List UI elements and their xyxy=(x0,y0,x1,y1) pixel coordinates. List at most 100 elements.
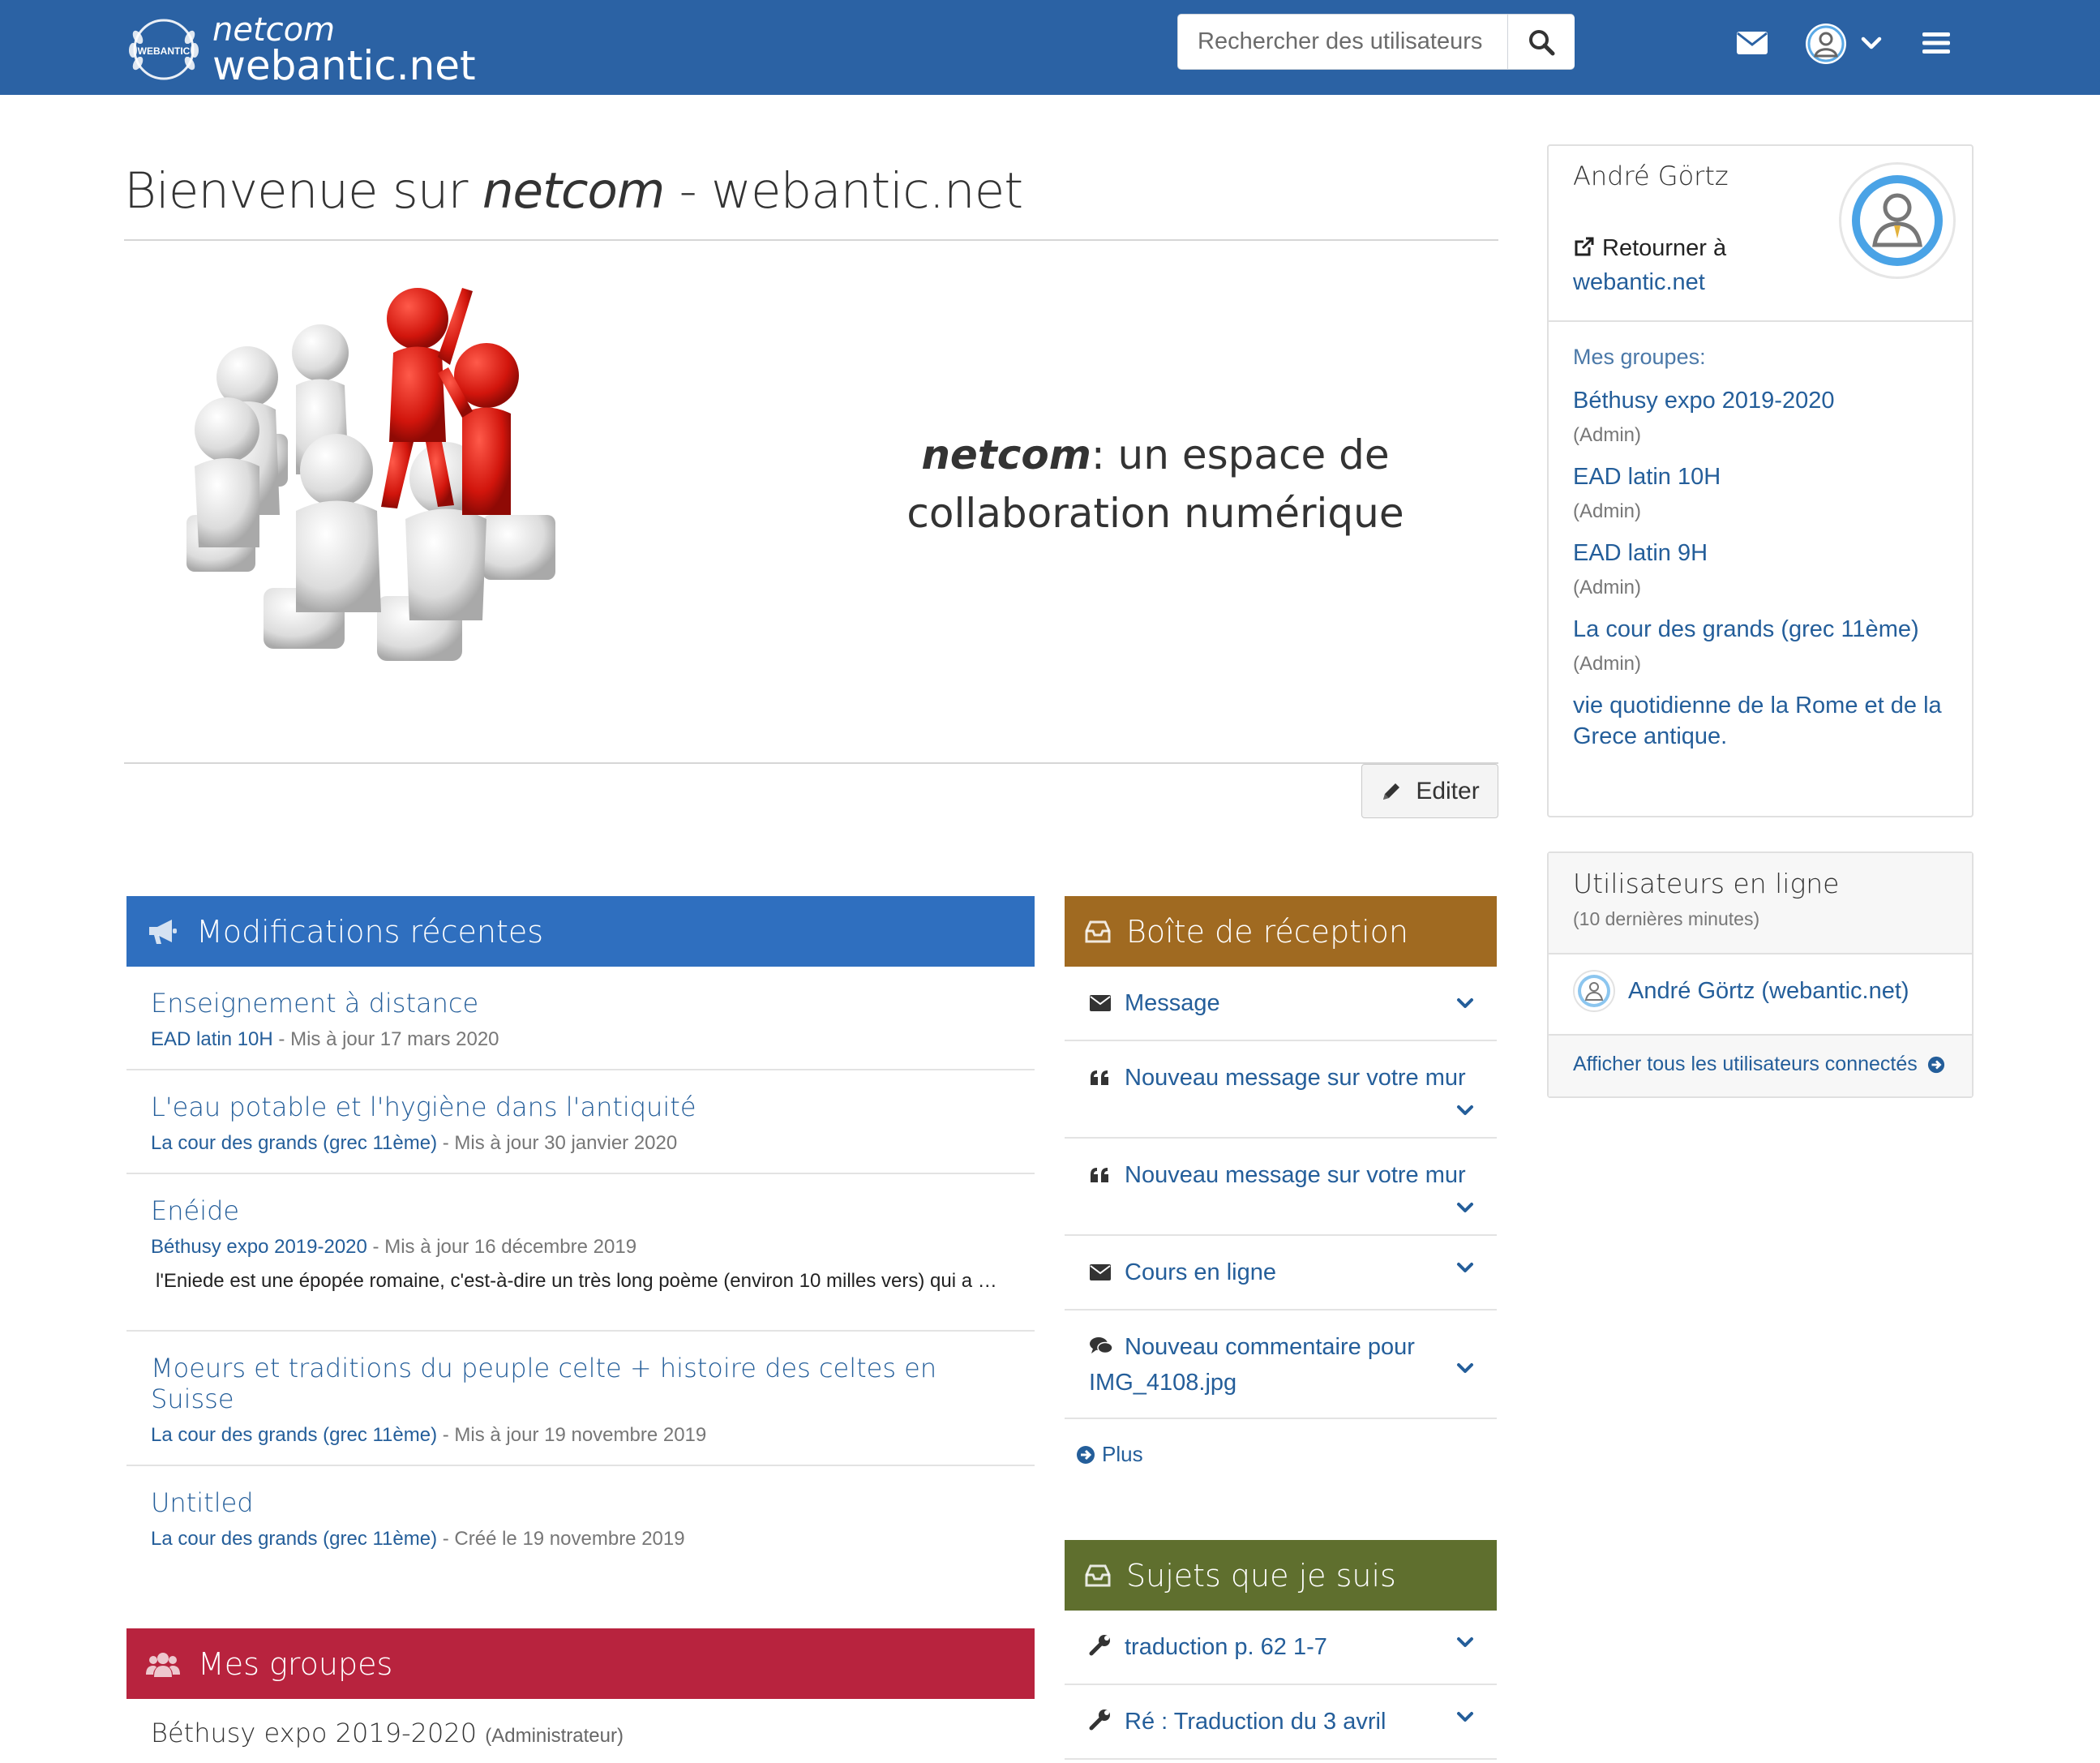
recent-changes-title: Modifications récentes xyxy=(196,913,544,950)
sidebar-group-item: La cour des grands (grec 11ème) (Admin) xyxy=(1573,614,1978,676)
envelope-icon xyxy=(1090,995,1111,1011)
show-all-online-link[interactable]: Afficher tous les utilisateurs connectés xyxy=(1573,1053,1945,1076)
inbox-more-link[interactable]: Plus xyxy=(1065,1419,1497,1467)
external-link-icon xyxy=(1575,237,1594,256)
topic-item[interactable]: traduction p. 62 1-7 xyxy=(1065,1611,1497,1685)
recent-item-title[interactable]: Enéide xyxy=(151,1195,1010,1226)
collaboration-illustration xyxy=(186,288,555,661)
sidebar-group-item: vie quotidienne de la Rome et de la Grec… xyxy=(1573,690,1978,752)
users-icon xyxy=(146,1652,180,1677)
svg-text:WEBANTIC: WEBANTIC xyxy=(138,45,191,57)
chevron-down-icon xyxy=(1457,1712,1473,1722)
list-item: Enéide Béthusy expo 2019-2020 - Mis à jo… xyxy=(126,1174,1035,1332)
inbox-list: Message Nouveau message sur votre mur No… xyxy=(1065,967,1497,1467)
quote-icon xyxy=(1091,1168,1108,1182)
chevron-down-icon xyxy=(1457,1105,1473,1115)
inbox-item-comment[interactable]: Nouveau commentaire pour IMG_4108.jpg xyxy=(1065,1310,1497,1419)
sidebar-group-role: (Admin) xyxy=(1573,653,1642,675)
recent-item-group[interactable]: Béthusy expo 2019-2020 xyxy=(151,1236,367,1258)
wrench-icon xyxy=(1089,1635,1110,1656)
recent-item-group[interactable]: La cour des grands (grec 11ème) xyxy=(151,1132,437,1154)
followed-topics-title: Sujets que je suis xyxy=(1126,1557,1396,1594)
sidebar-groups-list: Béthusy expo 2019-2020 (Admin) EAD latin… xyxy=(1573,385,1978,766)
recent-item-title[interactable]: Enseignement à distance xyxy=(151,988,1010,1019)
sidebar-group-item: EAD latin 9H (Admin) xyxy=(1573,538,1978,599)
followed-topics-list: traduction p. 62 1-7 Ré : Traduction du … xyxy=(1065,1611,1497,1760)
sidebar-group-item: EAD latin 10H (Admin) xyxy=(1573,461,1978,523)
recent-item-group[interactable]: La cour des grands (grec 11ème) xyxy=(151,1528,437,1550)
sidebar-group-link[interactable]: vie quotidienne de la Rome et de la Grec… xyxy=(1573,690,1978,752)
hamburger-icon xyxy=(1922,32,1950,54)
online-users-subtitle: (10 dernières minutes) xyxy=(1573,908,1760,929)
online-users-title: Utilisateurs en ligne xyxy=(1573,868,1840,899)
return-link[interactable]: Retourner à webantic.net xyxy=(1573,231,1849,299)
arrow-circle-right-icon xyxy=(1077,1445,1095,1464)
edit-button[interactable]: Editer xyxy=(1361,764,1498,818)
user-search xyxy=(1177,14,1575,70)
chevron-down-icon xyxy=(1457,1203,1473,1212)
content-divider xyxy=(124,762,1498,764)
user-menu-toggle[interactable] xyxy=(1860,34,1883,52)
inbox-header: Boîte de réception xyxy=(1065,896,1497,967)
envelope-icon xyxy=(1090,1264,1111,1280)
inbox-title: Boîte de réception xyxy=(1126,913,1408,950)
list-item: Moeurs et traditions du peuple celte + h… xyxy=(126,1332,1035,1466)
my-groups-header: Mes groupes xyxy=(126,1628,1035,1699)
search-icon xyxy=(1529,29,1555,55)
quote-icon xyxy=(1091,1070,1108,1085)
avatar xyxy=(1573,970,1615,1012)
inbox-item-message[interactable]: Message xyxy=(1065,967,1497,1041)
recent-item-meta: La cour des grands (grec 11ème) - Mis à … xyxy=(151,1424,707,1446)
sidebar-group-link[interactable]: Béthusy expo 2019-2020 xyxy=(1573,385,1978,416)
list-item: Untitled La cour des grands (grec 11ème)… xyxy=(126,1466,1035,1568)
sidebar-group-role: (Admin) xyxy=(1573,500,1642,522)
bullhorn-icon xyxy=(149,919,177,944)
followed-topics-header: Sujets que je suis xyxy=(1065,1540,1497,1611)
recent-item-meta: Béthusy expo 2019-2020 - Mis à jour 16 d… xyxy=(151,1236,637,1258)
sidebar-group-role: (Admin) xyxy=(1573,424,1642,446)
title-divider xyxy=(124,239,1498,241)
edit-label: Editer xyxy=(1416,777,1480,804)
user-icon xyxy=(1578,975,1610,1007)
pencil-icon xyxy=(1383,783,1400,800)
search-input[interactable] xyxy=(1178,15,1507,69)
sidebar-group-link[interactable]: La cour des grands (grec 11ème) xyxy=(1573,614,1978,645)
chevron-down-icon xyxy=(1457,1363,1473,1373)
wrench-icon xyxy=(1089,1709,1110,1731)
inbox-item-wall-2[interactable]: Nouveau message sur votre mur xyxy=(1065,1139,1497,1236)
recent-item-group[interactable]: La cour des grands (grec 11ème) xyxy=(151,1424,437,1446)
recent-changes-list: Enseignement à distance EAD latin 10H - … xyxy=(126,967,1035,1568)
topic-item[interactable]: Ré : Traduction du 3 avril xyxy=(1065,1685,1497,1760)
sidebar-group-link[interactable]: EAD latin 9H xyxy=(1573,538,1978,568)
messages-button[interactable] xyxy=(1735,29,1769,57)
recent-changes-header: Modifications récentes xyxy=(126,896,1035,967)
chevron-down-icon xyxy=(1457,998,1473,1008)
inbox-item-wall-1[interactable]: Nouveau message sur votre mur xyxy=(1065,1041,1497,1139)
top-navbar: WEBANTIC netcom webantic.net xyxy=(0,0,2100,95)
chevron-down-icon xyxy=(1861,36,1882,49)
user-menu-button[interactable] xyxy=(1803,21,1849,66)
sidebar-group-role: (Admin) xyxy=(1573,577,1642,598)
logo-text-bottom: webantic.net xyxy=(212,42,476,89)
recent-item-meta: La cour des grands (grec 11ème) - Créé l… xyxy=(151,1528,685,1550)
search-button[interactable] xyxy=(1507,15,1575,69)
online-user-item[interactable]: André Görtz (webantic.net) xyxy=(1573,970,1909,1012)
chevron-down-icon xyxy=(1457,1263,1473,1272)
list-item: Enseignement à distance EAD latin 10H - … xyxy=(126,967,1035,1070)
user-avatar[interactable] xyxy=(1839,162,1956,279)
recent-item-title[interactable]: Moeurs et traditions du peuple celte + h… xyxy=(151,1353,1010,1414)
user-icon xyxy=(1806,24,1846,64)
arrow-circle-right-icon xyxy=(1927,1056,1944,1073)
main-menu-button[interactable] xyxy=(1922,31,1951,55)
sidebar-group-link[interactable]: EAD latin 10H xyxy=(1573,461,1978,492)
recent-item-title[interactable]: Untitled xyxy=(151,1487,1010,1518)
page-title: Bienvenue sur netcom - webantic.net xyxy=(124,162,1023,220)
recent-item-title[interactable]: L'eau potable et l'hygiène dans l'antiqu… xyxy=(151,1092,1010,1122)
user-icon xyxy=(1852,175,1943,266)
list-item: L'eau potable et l'hygiène dans l'antiqu… xyxy=(126,1070,1035,1174)
recent-item-group[interactable]: EAD latin 10H xyxy=(151,1028,273,1050)
recent-item-description: l'Eniede est une épopée romaine, c'est-à… xyxy=(156,1270,997,1292)
my-groups-first-item[interactable]: Béthusy expo 2019-2020 (Administrateur) xyxy=(151,1718,624,1748)
inbox-item-course[interactable]: Cours en ligne xyxy=(1065,1236,1497,1310)
site-logo[interactable]: WEBANTIC netcom webantic.net xyxy=(122,10,476,89)
